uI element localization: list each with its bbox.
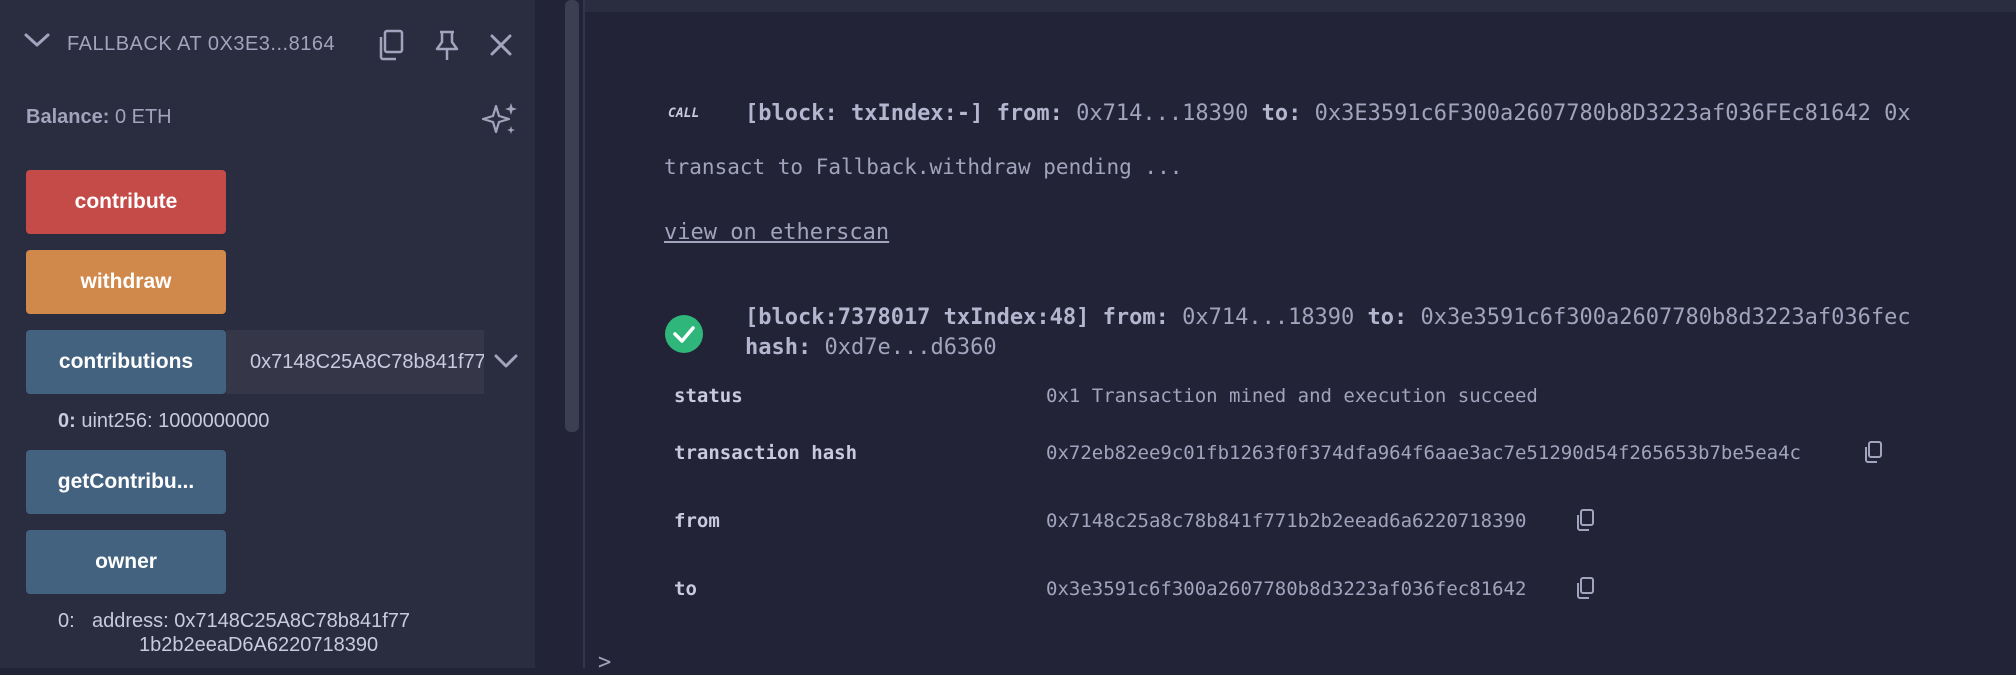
- scrollbar[interactable]: [565, 0, 579, 432]
- chevron-down-icon[interactable]: [22, 30, 52, 50]
- detail-value-status: 0x1 Transaction mined and execution succ…: [1046, 385, 1538, 407]
- terminal-prompt[interactable]: >: [598, 650, 611, 675]
- withdraw-button[interactable]: withdraw: [26, 250, 226, 314]
- call-log-line[interactable]: [block: txIndex:-] from: 0x714...18390 t…: [745, 101, 1911, 126]
- contribute-button[interactable]: contribute: [26, 170, 226, 234]
- contract-title: FALLBACK AT 0X3E3...8164: [67, 33, 336, 55]
- close-icon[interactable]: [486, 30, 516, 60]
- panel-gutter: [535, 0, 561, 668]
- tx-block: [block:7378017 txIndex:48]: [745, 305, 1090, 330]
- call-block: [block: txIndex:-]: [745, 101, 984, 126]
- contributions-result: 0: uint256: 1000000000: [58, 410, 269, 433]
- to-address: 0x3E3591c6F300a2607780b8D3223af036FEc816…: [1314, 101, 1871, 126]
- contributions-address-input[interactable]: 0x7148C25A8C78b841f771b2b2eeaD6A62207183…: [226, 330, 484, 394]
- contributions-button[interactable]: contributions: [26, 330, 226, 394]
- hash-value: 0xd7e...d6360: [824, 335, 997, 360]
- result-index: 0:: [58, 410, 76, 432]
- pin-icon[interactable]: [430, 28, 464, 62]
- from-label: from:: [1102, 305, 1169, 330]
- tx-log-line[interactable]: [block:7378017 txIndex:48] from: 0x714..…: [745, 305, 1911, 330]
- get-contribution-button[interactable]: getContribu...: [26, 450, 226, 514]
- chevron-down-icon[interactable]: [492, 350, 520, 372]
- panel-divider[interactable]: [583, 0, 585, 668]
- hash-label: hash:: [745, 335, 812, 360]
- owner-result-line-1: address: 0x7148C25A8C78b841f77: [92, 610, 411, 632]
- owner-button[interactable]: owner: [26, 530, 226, 594]
- etherscan-link[interactable]: view on etherscan: [664, 220, 889, 245]
- success-check-icon: [665, 315, 703, 353]
- copy-icon[interactable]: [374, 28, 408, 62]
- from-address: 0x714...18390: [1076, 101, 1249, 126]
- to-label: to:: [1261, 101, 1302, 126]
- from-address: 0x714...18390: [1182, 305, 1355, 330]
- copy-icon[interactable]: [1862, 440, 1884, 464]
- sparkle-icon[interactable]: [480, 100, 520, 140]
- balance-label: Balance:: [26, 106, 110, 128]
- to-address: 0x3e3591c6f300a2607780b8d3223af036fec: [1420, 305, 1911, 330]
- to-label: to:: [1367, 305, 1408, 330]
- owner-result-line-2: 1b2b2eeaD6A6220718390: [139, 634, 379, 656]
- data-preview: 0x: [1884, 101, 1911, 126]
- pending-message: transact to Fallback.withdraw pending ..…: [664, 155, 1183, 179]
- balance: Balance: 0 ETH: [26, 106, 172, 129]
- detail-key-transaction-hash: transaction hash: [674, 442, 858, 464]
- detail-value-transaction-hash: 0x72eb82ee9c01fb1263f0f374dfa964f6aae3ac…: [1046, 442, 1801, 464]
- detail-key-to: to: [674, 578, 697, 600]
- detail-key-from: from: [674, 510, 720, 532]
- result-value: uint256: 1000000000: [81, 410, 270, 432]
- from-label: from:: [996, 101, 1063, 126]
- tx-hash-line: hash: 0xd7e...d6360: [745, 335, 997, 360]
- detail-value-from: 0x7148c25a8c78b841f771b2b2eead6a62207183…: [1046, 510, 1527, 532]
- owner-result-index: 0:: [58, 610, 75, 632]
- detail-key-status: status: [674, 385, 743, 407]
- balance-value: 0 ETH: [114, 106, 172, 128]
- terminal-top-bar: [585, 0, 2016, 12]
- copy-icon[interactable]: [1574, 508, 1596, 532]
- detail-value-to: 0x3e3591c6f300a2607780b8d3223af036fec816…: [1046, 578, 1527, 600]
- call-tag: CALL: [668, 106, 700, 121]
- contract-panel: FALLBACK AT 0X3E3...8164 Balance: 0 ETH …: [0, 0, 535, 668]
- copy-icon[interactable]: [1574, 576, 1596, 600]
